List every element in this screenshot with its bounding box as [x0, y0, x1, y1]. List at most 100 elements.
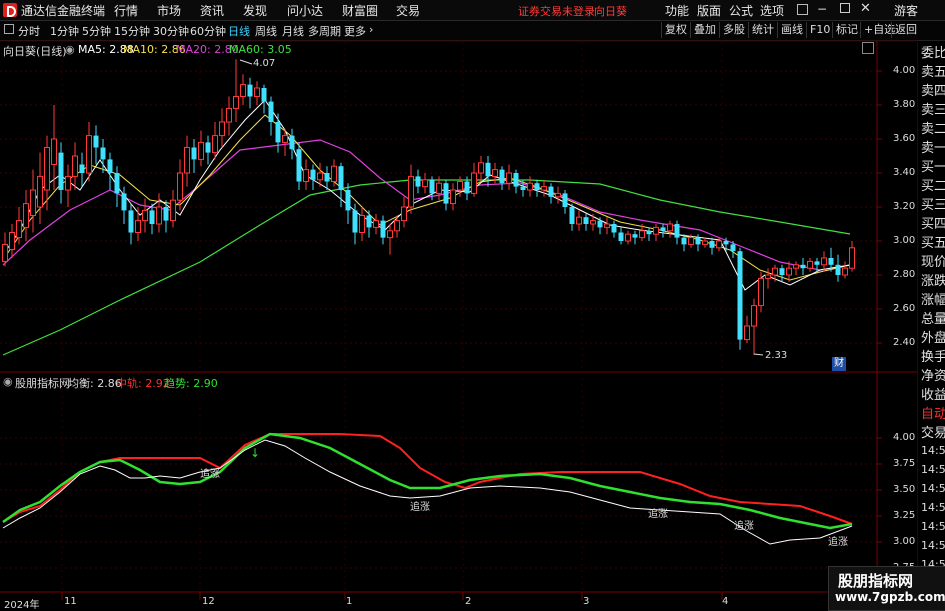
candle	[590, 213, 596, 231]
candle	[345, 183, 351, 224]
rp-volume: 总量	[921, 312, 945, 327]
rp-sell3: 卖三	[921, 103, 945, 118]
rp-time: 14:56	[921, 444, 945, 457]
candle	[793, 261, 799, 275]
candle	[205, 135, 211, 165]
candle	[247, 77, 253, 109]
x-tick: 1	[346, 596, 353, 607]
candle	[800, 258, 806, 275]
candle	[233, 59, 239, 122]
candle	[562, 190, 568, 214]
rp-earnings: 收益	[921, 388, 945, 403]
candle	[44, 135, 50, 211]
rp-change-pct: 涨幅	[921, 293, 945, 308]
rp-buy1: 买一	[921, 160, 945, 175]
rp-auto[interactable]: 自动	[921, 405, 945, 424]
candle	[597, 217, 603, 235]
candle	[184, 135, 190, 187]
rp-sell5: 卖五	[921, 65, 945, 80]
rp-time: 14:56	[921, 501, 945, 514]
rp-sell4: 卖四	[921, 84, 945, 99]
kline-chart[interactable]	[0, 0, 945, 609]
rp-netasset: 净资	[921, 369, 945, 384]
y-tick: 3.40	[893, 167, 916, 178]
candle	[471, 162, 477, 197]
candle	[86, 122, 92, 182]
y-tick: 2.40	[893, 337, 916, 348]
qushi-line	[2, 432, 853, 530]
junheng-line	[2, 439, 853, 545]
caibao-badge[interactable]: 财	[832, 357, 846, 371]
signal-label: 追涨	[734, 521, 754, 532]
ind-y-tick: 4.00	[893, 432, 916, 443]
candle	[443, 179, 449, 211]
candle	[765, 268, 771, 289]
candle	[107, 152, 113, 190]
candle	[737, 247, 743, 350]
candle	[72, 142, 78, 190]
candle	[485, 156, 491, 187]
candle	[240, 74, 246, 105]
candle	[163, 200, 169, 233]
candle	[142, 198, 148, 233]
candle	[450, 183, 456, 211]
candle	[289, 128, 295, 160]
candle	[576, 210, 582, 231]
candle	[310, 164, 316, 190]
candle	[569, 203, 575, 231]
candle	[37, 152, 43, 224]
candle	[744, 315, 750, 343]
y-tick: 2.80	[893, 269, 916, 280]
candle	[156, 193, 162, 233]
signal-label: 追涨	[828, 537, 848, 548]
candle	[65, 164, 71, 207]
candle	[478, 156, 484, 182]
candle	[170, 190, 176, 228]
candle	[359, 207, 365, 241]
candle	[135, 207, 141, 241]
candle	[9, 224, 15, 258]
candle	[646, 227, 652, 241]
y-tick: 2.60	[893, 303, 916, 314]
candle	[632, 230, 638, 245]
rp-time: 14:56	[921, 482, 945, 495]
candle	[408, 164, 414, 214]
candle	[625, 230, 631, 245]
candle	[79, 152, 85, 187]
candle	[751, 298, 757, 355]
signal-label: 追涨	[410, 502, 430, 513]
candle	[555, 186, 561, 204]
candle	[387, 224, 393, 255]
watermark-title: 股朋指标网	[838, 572, 914, 590]
candle	[226, 96, 232, 136]
candle	[702, 237, 708, 248]
y-tick: 3.60	[893, 133, 916, 144]
rp-trade[interactable]: 交易	[921, 424, 945, 443]
candle	[114, 166, 120, 207]
candle	[191, 139, 197, 173]
candle	[779, 264, 785, 282]
candle	[534, 179, 540, 197]
high-price-label: 4.07	[253, 58, 276, 69]
candle	[835, 254, 841, 282]
candle	[261, 84, 267, 114]
ind-y-tick: 3.50	[893, 484, 916, 495]
candle	[373, 213, 379, 235]
candle	[212, 122, 218, 160]
rp-time: 14:56	[921, 463, 945, 476]
rp-buy4: 买四	[921, 217, 945, 232]
candle	[849, 241, 855, 272]
candle	[51, 105, 57, 190]
candle	[303, 159, 309, 190]
arrow-down-icon: ↓	[250, 446, 261, 460]
candle	[758, 271, 764, 313]
candle	[2, 232, 8, 267]
low-price-label: 2.33	[765, 350, 788, 361]
rp-buy3: 买三	[921, 198, 945, 213]
rp-time: 14:56	[921, 539, 945, 552]
y-tick: 3.20	[893, 201, 916, 212]
x-tick: 12	[202, 596, 215, 607]
x-tick: 4	[722, 596, 729, 607]
candle	[667, 220, 673, 238]
candle	[58, 142, 64, 204]
